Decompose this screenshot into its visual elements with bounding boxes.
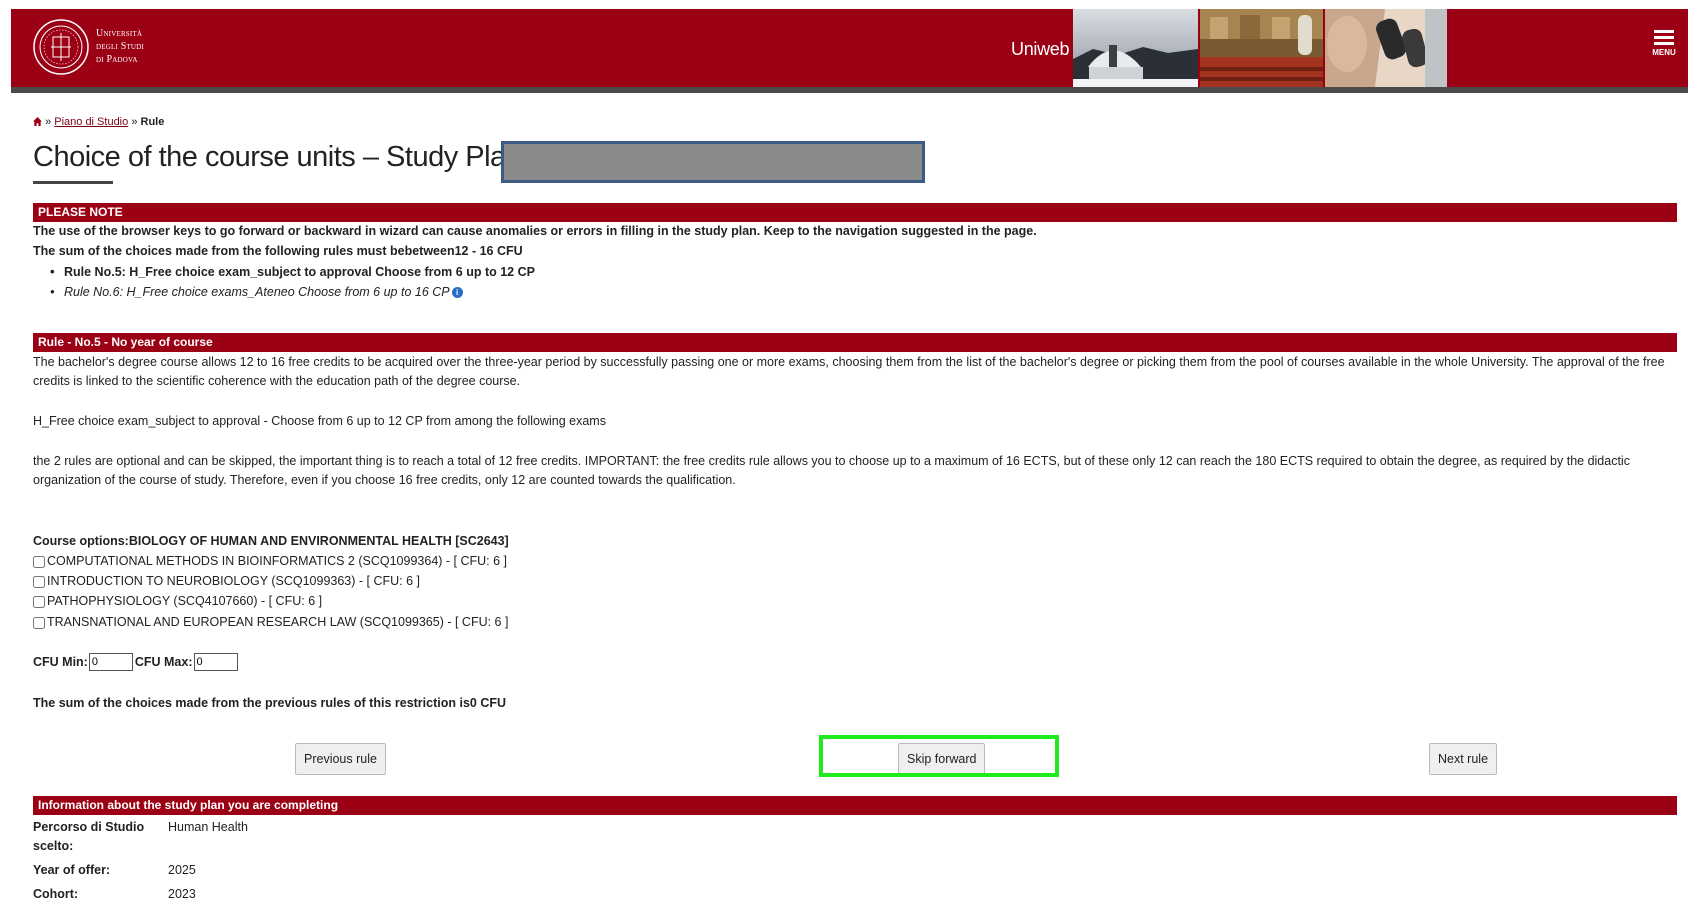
info-key: Cohort: xyxy=(33,887,79,901)
table-row: Percorso di Studio scelto: Human Health xyxy=(33,818,248,861)
skip-forward-highlight xyxy=(819,735,1059,777)
menu-label: MENU xyxy=(1652,48,1676,57)
please-note-heading: PLEASE NOTE xyxy=(33,203,1677,222)
list-item[interactable]: PATHOPHYSIOLOGY (SCQ4107660) - [ CFU: 6 … xyxy=(33,592,322,611)
info-value: 2023 xyxy=(168,887,196,901)
course-options-label: Course options:BIOLOGY OF HUMAN AND ENVI… xyxy=(33,534,509,548)
hamburger-icon xyxy=(1654,30,1674,33)
university-name[interactable]: Università degli Studi di Padova xyxy=(96,27,144,66)
cfu-row: CFU Min: CFU Max: xyxy=(33,653,240,671)
sum-rule-text: The sum of the choices made from the fol… xyxy=(33,244,523,258)
university-seal-icon[interactable] xyxy=(33,15,90,79)
next-rule-button[interactable]: Next rule xyxy=(1429,743,1498,775)
info-heading: Information about the study plan you are… xyxy=(33,796,1677,815)
course-checkbox[interactable] xyxy=(33,595,45,608)
course-checkbox[interactable] xyxy=(33,616,45,629)
table-row: Year of offer: 2025 xyxy=(33,861,248,885)
info-value: 2025 xyxy=(168,863,196,877)
course-checkbox[interactable] xyxy=(33,555,45,568)
previous-rule-button[interactable]: Previous rule xyxy=(295,743,386,775)
site-header: Università degli Studi di Padova Uniweb xyxy=(11,9,1688,93)
microscope-photo xyxy=(1325,9,1447,87)
sum-previous-text: The sum of the choices made from the pre… xyxy=(33,696,507,710)
rule-heading: Rule - No.5 - No year of course xyxy=(33,333,1677,352)
info-key: Percorso di Studio scelto: xyxy=(33,820,145,853)
page-title: Choice of the course units – Study Plan … xyxy=(33,141,553,173)
title-underline xyxy=(33,181,113,184)
rules-list: Rule No.5: H_Free choice exam_subject to… xyxy=(50,262,535,302)
redacted-student-name xyxy=(501,141,925,183)
cfu-max-label: CFU Max: xyxy=(134,655,193,669)
observatory-photo xyxy=(1073,9,1198,87)
rule-note: the 2 rules are optional and can be skip… xyxy=(33,454,1630,487)
home-icon[interactable] xyxy=(33,117,42,126)
cfu-max-input[interactable] xyxy=(193,653,238,671)
rule-description: The bachelor's degree course allows 12 t… xyxy=(33,355,1665,388)
study-plan-info-table: Percorso di Studio scelto: Human Health … xyxy=(33,818,248,909)
list-item: Rule No.6: H_Free choice exams_Ateneo Ch… xyxy=(50,282,535,302)
info-value: Human Health xyxy=(168,820,248,834)
choose-line: H_Free choice exam_subject to approval -… xyxy=(33,414,606,428)
hall-photo xyxy=(1200,9,1323,87)
list-item[interactable]: INTRODUCTION TO NEUROBIOLOGY (SCQ1099363… xyxy=(33,572,420,591)
course-checkbox[interactable] xyxy=(33,575,45,588)
info-key: Year of offer: xyxy=(33,863,111,877)
list-item[interactable]: TRANSNATIONAL AND EUROPEAN RESEARCH LAW … xyxy=(33,613,508,632)
breadcrumb: » Piano di Studio » Rule xyxy=(33,116,164,128)
menu-button[interactable]: MENU xyxy=(1649,27,1679,57)
table-row: Cohort: 2023 xyxy=(33,885,248,909)
breadcrumb-current: Rule xyxy=(140,116,165,128)
app-name[interactable]: Uniweb xyxy=(1011,39,1070,60)
list-item: Rule No.5: H_Free choice exam_subject to… xyxy=(50,262,535,282)
cfu-min-label: CFU Min: xyxy=(33,655,88,669)
list-item[interactable]: COMPUTATIONAL METHODS IN BIOINFORMATICS … xyxy=(33,552,507,571)
browser-keys-warning: The use of the browser keys to go forwar… xyxy=(33,224,1037,238)
cfu-min-input[interactable] xyxy=(88,653,133,671)
info-icon[interactable]: i xyxy=(451,287,463,299)
breadcrumb-link-piano-di-studio[interactable]: Piano di Studio xyxy=(54,116,128,128)
